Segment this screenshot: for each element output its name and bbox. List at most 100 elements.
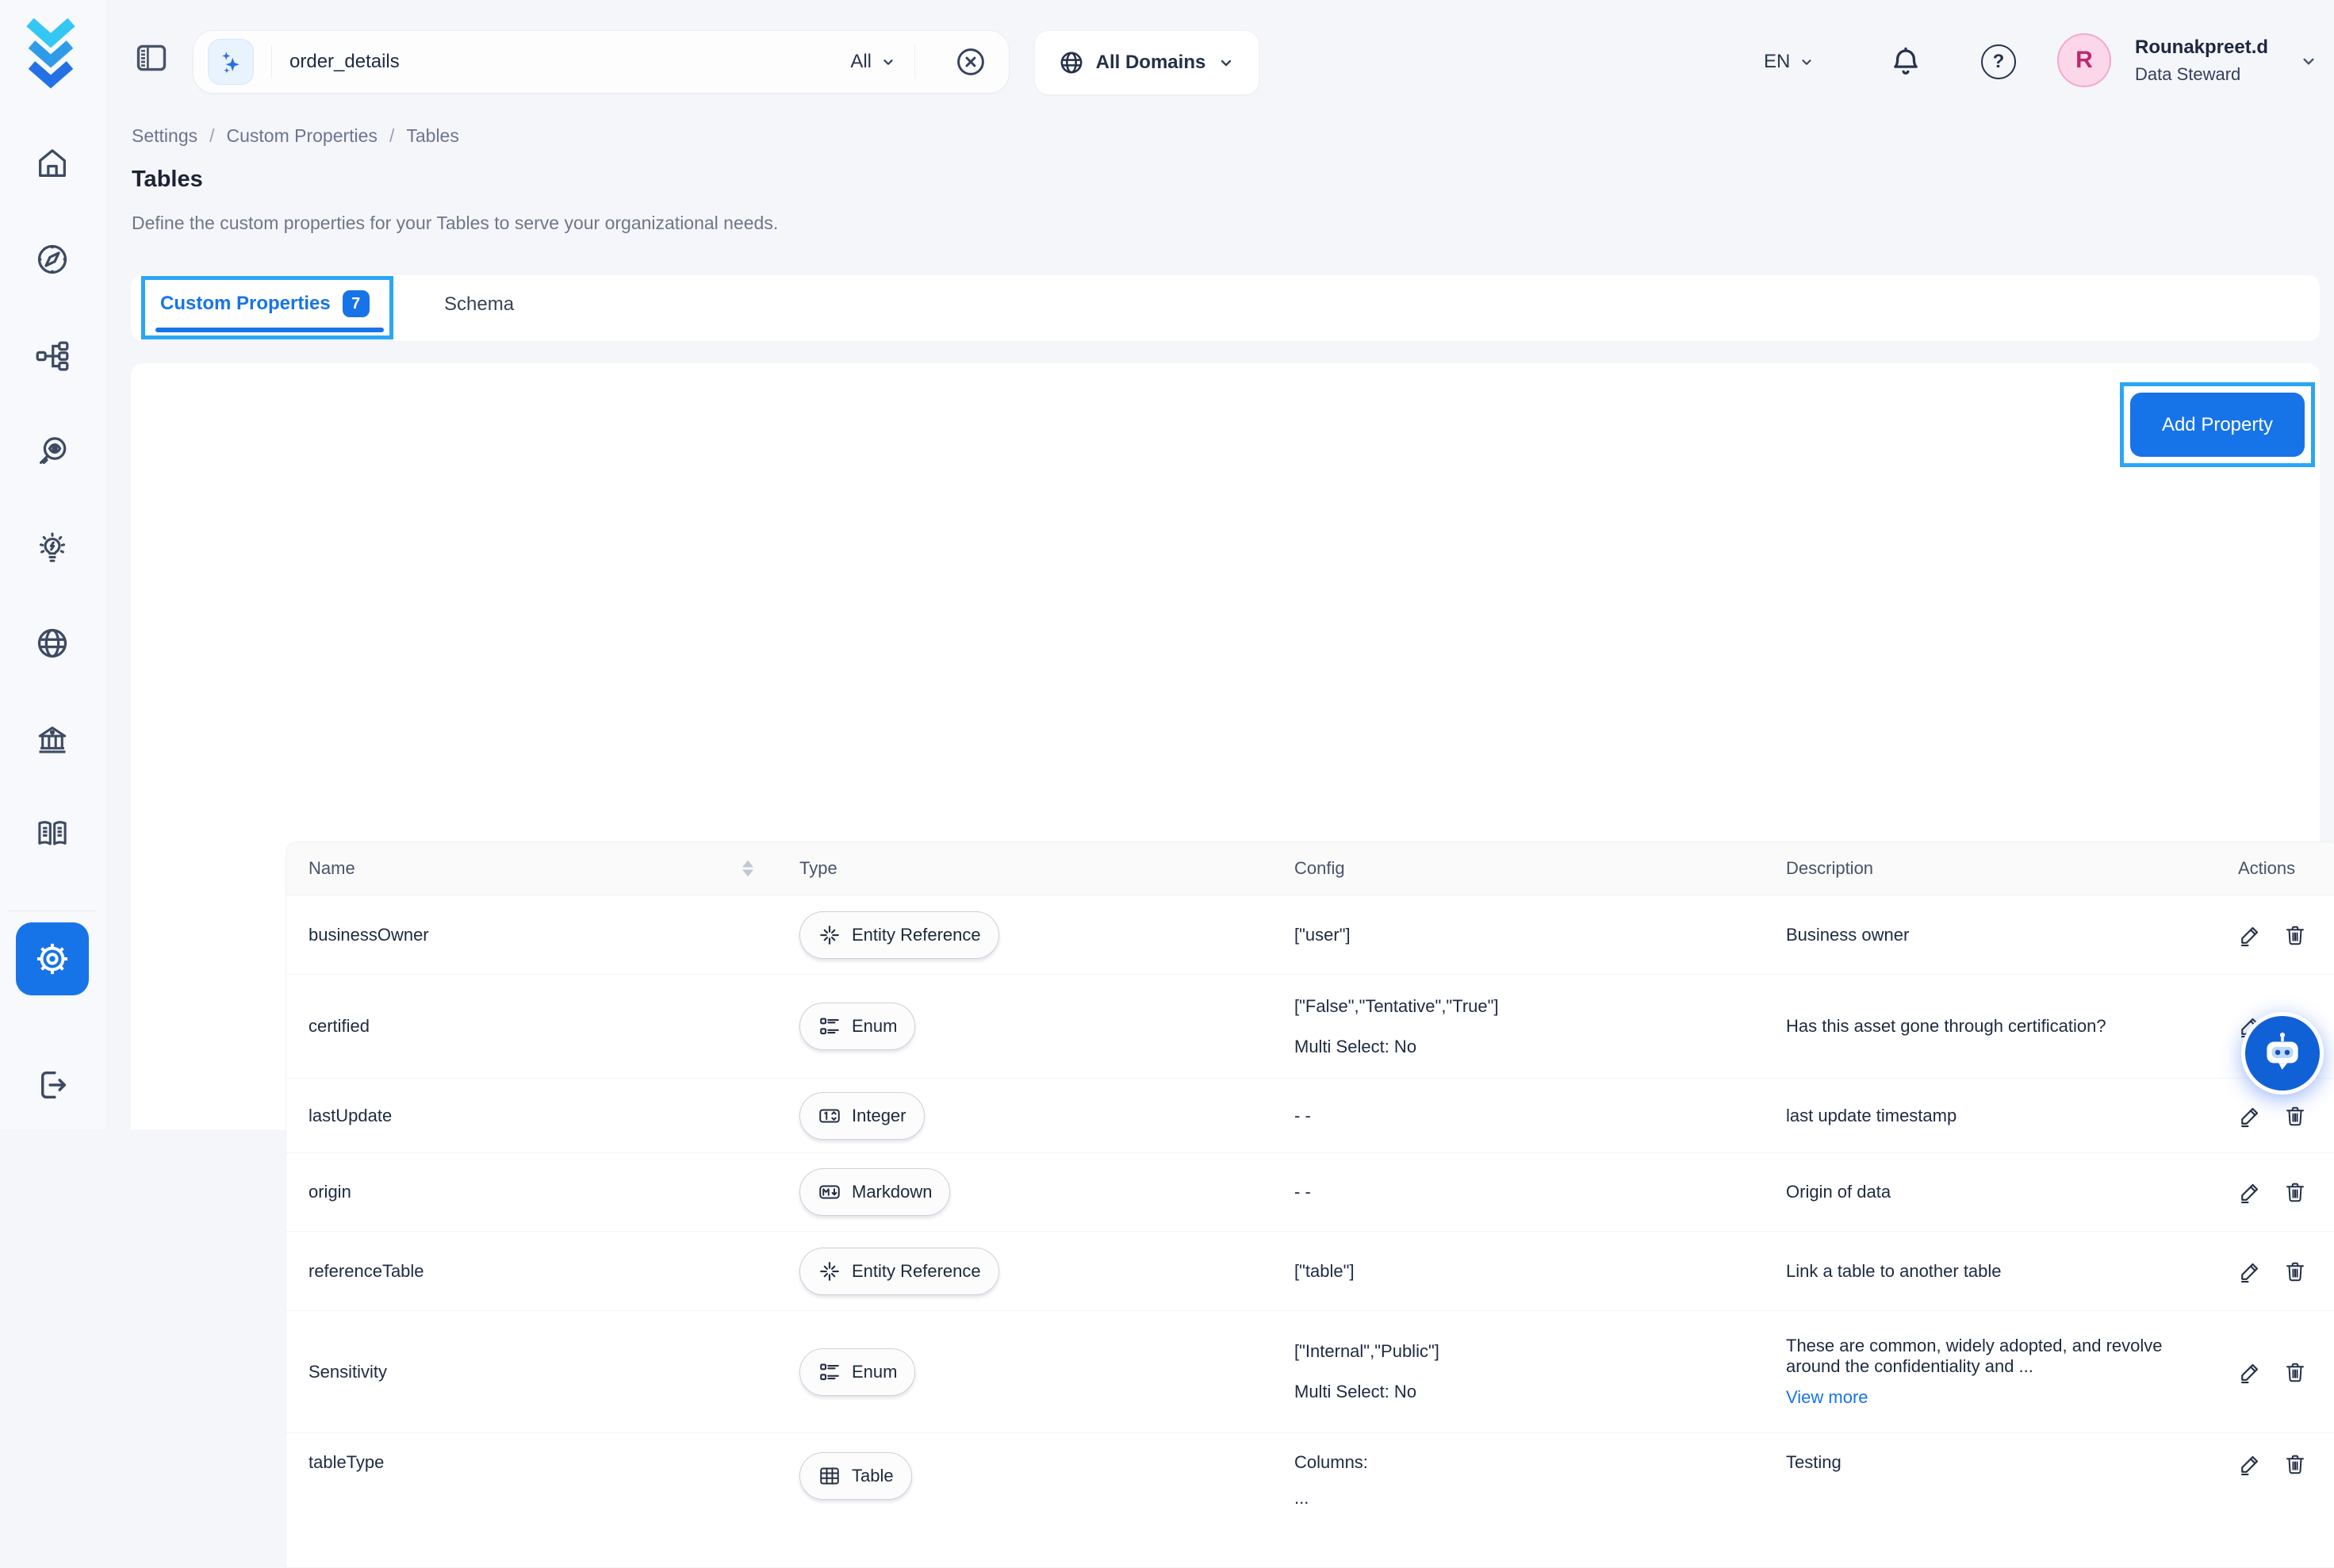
edit-icon[interactable] [2238, 1360, 2262, 1384]
view-more-link[interactable]: View more [1786, 1387, 2197, 1408]
glossary-book-icon[interactable] [34, 815, 71, 852]
property-name: Sensitivity [286, 1311, 777, 1433]
ai-sparkle-icon[interactable] [208, 39, 254, 85]
tab-custom-properties-label: Custom Properties [160, 293, 331, 315]
search-scope-dropdown[interactable]: All [850, 51, 897, 73]
page-title: Tables [132, 167, 203, 193]
property-config: ["table"] [1272, 1232, 1764, 1311]
delete-icon[interactable] [2283, 1452, 2307, 1476]
property-config: - - [1272, 1079, 1764, 1153]
user-menu-chevron-icon[interactable] [2298, 51, 2319, 71]
home-icon[interactable] [34, 145, 71, 182]
table-row: origin Markdown - - Origin of data [286, 1153, 2334, 1232]
property-description: Testing [1764, 1433, 2216, 1568]
type-badge: Enum [799, 1348, 915, 1396]
property-description: last update timestamp [1764, 1079, 2216, 1153]
delete-icon[interactable] [2283, 1259, 2307, 1283]
avatar[interactable]: R [2057, 33, 2111, 87]
type-badge: Entity Reference [799, 1248, 999, 1295]
property-config: ["Internal","Public"]Multi Select: No [1272, 1311, 1764, 1433]
logo-chevron-1 [30, 22, 71, 40]
edit-icon[interactable] [2238, 1259, 2262, 1283]
property-description: Origin of data [1764, 1153, 2216, 1232]
entity-reference-icon [818, 923, 841, 947]
column-header-name[interactable]: Name [286, 842, 777, 895]
logout-icon[interactable] [34, 1067, 71, 1103]
edit-icon[interactable] [2238, 1180, 2262, 1204]
notifications-bell-icon[interactable] [1888, 44, 1924, 81]
entity-reference-icon [818, 1259, 841, 1283]
breadcrumb-separator: / [209, 125, 214, 147]
avatar-initial: R [2075, 47, 2093, 74]
property-name: businessOwner [286, 895, 777, 975]
property-description: Link a table to another table [1764, 1232, 2216, 1311]
user-name: Rounakpreet.d [2135, 36, 2268, 59]
tab-count-badge: 7 [343, 290, 370, 317]
user-role: Data Steward [2135, 64, 2268, 85]
edit-icon[interactable] [2238, 923, 2262, 947]
chevron-down-icon [1798, 53, 1815, 71]
delete-icon[interactable] [2283, 1360, 2307, 1384]
breadcrumb-settings[interactable]: Settings [132, 125, 197, 147]
all-domains-dropdown[interactable]: All Domains [1034, 30, 1259, 95]
search-input[interactable]: order_details [289, 51, 850, 73]
property-description: These are common, widely adopted, and re… [1764, 1311, 2216, 1433]
language-selector[interactable]: EN [1764, 30, 1815, 94]
active-tab-indicator [155, 328, 384, 332]
breadcrumb-tables[interactable]: Tables [406, 125, 458, 147]
all-domains-label: All Domains [1096, 52, 1206, 74]
tab-schema[interactable]: Schema [444, 293, 514, 316]
governance-bank-icon[interactable] [34, 722, 71, 758]
property-description: Has this asset gone through certificatio… [1764, 975, 2216, 1079]
table-row: tableType Table Columns:... Testing [286, 1433, 2334, 1568]
type-badge: Enum [799, 1003, 915, 1050]
column-header-type: Type [777, 842, 1272, 895]
type-badge: Integer [799, 1092, 925, 1140]
markdown-icon [818, 1180, 841, 1204]
edit-icon[interactable] [2238, 1104, 2262, 1128]
table-row: referenceTable Entity Reference ["table"… [286, 1232, 2334, 1311]
edit-icon[interactable] [2238, 1452, 2262, 1476]
property-description: Business owner [1764, 895, 2216, 975]
add-property-button[interactable]: Add Property [2130, 393, 2305, 457]
delete-icon[interactable] [2283, 1104, 2307, 1128]
domains-globe-icon[interactable] [34, 625, 71, 661]
tab-custom-properties[interactable]: Custom Properties 7 [160, 290, 370, 317]
search-scope-label: All [850, 51, 872, 73]
help-icon[interactable]: ? [1981, 44, 2016, 79]
column-header-config: Config [1272, 842, 1764, 895]
table-row: certified Enum ["False","Tentative","Tru… [286, 975, 2334, 1079]
breadcrumb-custom-properties[interactable]: Custom Properties [227, 125, 378, 147]
robot-icon [2258, 1029, 2307, 1078]
search-clear-icon[interactable] [953, 44, 988, 79]
breadcrumb: Settings / Custom Properties / Tables [132, 125, 459, 147]
property-name: tableType [286, 1433, 777, 1568]
user-menu[interactable]: Rounakpreet.d Data Steward [2135, 36, 2268, 85]
property-name: referenceTable [286, 1232, 777, 1311]
content-card: Name Type Config Description Actions bus… [131, 363, 2320, 1129]
column-header-actions: Actions [2216, 842, 2334, 895]
explore-compass-icon[interactable] [34, 241, 71, 278]
table-header-row: Name Type Config Description Actions [286, 842, 2334, 895]
property-name: certified [286, 975, 777, 1079]
sort-icon[interactable] [742, 861, 753, 877]
app-logo[interactable] [19, 16, 82, 89]
type-badge: Table [799, 1452, 912, 1500]
insights-bulb-icon[interactable] [34, 530, 71, 566]
delete-icon[interactable] [2283, 1180, 2307, 1204]
property-config: ["user"] [1272, 895, 1764, 975]
table-row: lastUpdate Integer - - last update times… [286, 1079, 2334, 1153]
column-header-description: Description [1764, 842, 2216, 895]
table-row: Sensitivity Enum ["Internal","Public"]Mu… [286, 1311, 2334, 1433]
settings-gear-icon [32, 938, 73, 980]
chat-bot-button[interactable] [2241, 1012, 2324, 1095]
enum-icon [818, 1014, 841, 1038]
property-name: lastUpdate [286, 1079, 777, 1153]
observability-icon[interactable] [34, 433, 71, 470]
sidebar-item-settings[interactable] [16, 922, 89, 995]
global-search-bar[interactable]: order_details All [193, 30, 1010, 94]
property-name: origin [286, 1153, 777, 1232]
lineage-icon[interactable] [34, 338, 71, 374]
delete-icon[interactable] [2283, 923, 2307, 947]
sidebar-collapse-icon[interactable] [133, 40, 170, 76]
